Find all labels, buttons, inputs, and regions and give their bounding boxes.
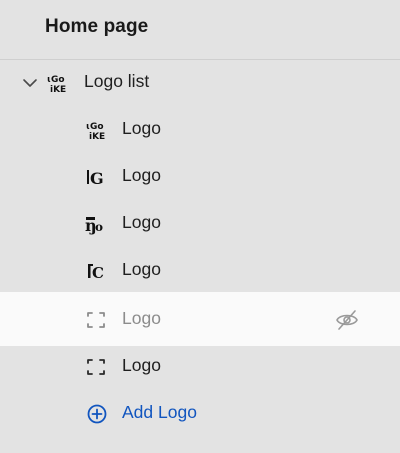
- image-placeholder-icon: [85, 309, 107, 331]
- logo-image-thumbnail-icon: G: [85, 166, 107, 188]
- tree-item-label: Logo: [122, 212, 161, 232]
- plus-circle-icon: [87, 404, 107, 424]
- tree-item-logo-list[interactable]: ɩGo iKE Logo list: [0, 59, 400, 106]
- sidebar-panel: Home page ɩGo iKE Logo list ɩGo iKE Logo: [0, 0, 400, 453]
- svg-text:G: G: [90, 169, 104, 188]
- logo-image-thumbnail-icon: C: [85, 260, 107, 282]
- tree-item-label: Logo: [122, 118, 161, 138]
- add-logo-button[interactable]: Add Logo: [0, 390, 400, 437]
- logo-image-thumbnail-icon: ɩGo iKE: [85, 119, 107, 141]
- logo-thumbnail-icon: ɩGo iKE: [46, 72, 68, 94]
- tree-item-logo[interactable]: ɩGo iKE Logo: [0, 106, 400, 153]
- svg-text:ɩGo: ɩGo: [47, 75, 65, 85]
- add-logo-label: Add Logo: [122, 402, 197, 422]
- logo-image-thumbnail-icon: ŋ o: [85, 213, 107, 235]
- tree-item-logo[interactable]: C Logo: [0, 247, 400, 294]
- svg-text:iKE: iKE: [50, 85, 66, 94]
- image-placeholder-icon: [85, 356, 107, 378]
- tree-item-logo[interactable]: G Logo: [0, 153, 400, 200]
- tree-item-logo-hidden[interactable]: Logo: [0, 292, 400, 346]
- tree-item-label: Logo: [122, 259, 161, 279]
- svg-text:C: C: [92, 264, 104, 282]
- tree-item-logo[interactable]: Logo: [0, 343, 400, 390]
- svg-text:o: o: [95, 220, 103, 234]
- page-title: Home page: [45, 16, 149, 37]
- svg-text:iKE: iKE: [89, 132, 105, 141]
- svg-text:ɩGo: ɩGo: [86, 122, 104, 132]
- tree-item-label: Logo: [122, 165, 161, 185]
- tree-item-label: Logo list: [84, 71, 150, 91]
- tree-item-label: Logo: [122, 355, 161, 375]
- tree-item-logo[interactable]: ŋ o Logo: [0, 200, 400, 247]
- chevron-down-icon[interactable]: [20, 75, 40, 91]
- eye-off-icon[interactable]: [335, 309, 359, 331]
- panel-header: Home page: [0, 0, 400, 60]
- tree-item-label: Logo: [122, 308, 161, 328]
